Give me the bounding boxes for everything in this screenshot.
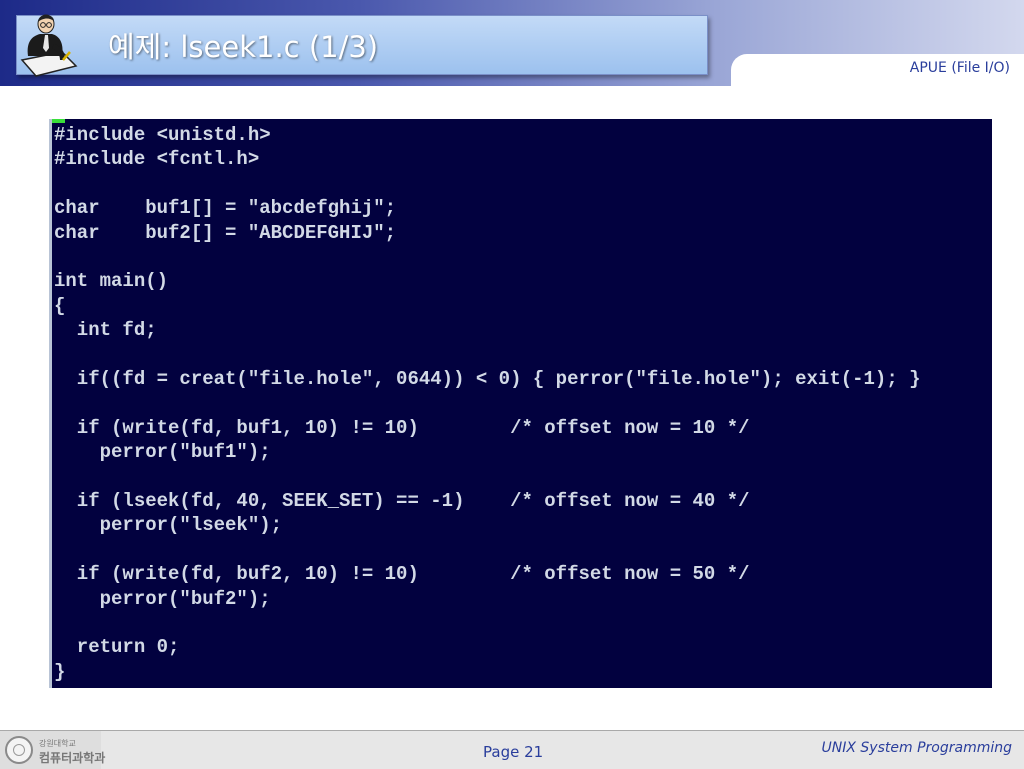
code-line: if (write(fd, buf2, 10) != 10) /* offset… [54, 563, 750, 586]
page-number: Page 21 [483, 743, 544, 761]
code-line: { [54, 294, 66, 317]
code-line: char buf1[] = "abcdefghij"; [54, 197, 397, 220]
code-line: perror("buf1"); [54, 441, 271, 464]
course-name: UNIX System Programming [821, 740, 1012, 756]
code-line: } [54, 660, 66, 683]
code-line: #include <unistd.h> [54, 124, 271, 146]
code-line: int fd; [54, 319, 157, 342]
department-name: 컴퓨터과학과 [39, 751, 106, 765]
code-line: if (lseek(fd, 40, SEEK_SET) == -1) /* of… [54, 490, 750, 512]
slide-header: 예제: lseek1.c (1/3) APUE (File I/O) [0, 0, 1024, 86]
university-seal-icon [5, 736, 33, 764]
topic-tab: APUE (File I/O) [731, 54, 1024, 86]
slide-title: 예제: lseek1.c (1/3) [108, 30, 379, 64]
topic-label: APUE (File I/O) [909, 60, 1010, 76]
code-line: if((fd = creat("file.hole", 0644)) < 0) … [54, 368, 921, 390]
professor-at-desk-icon [18, 8, 80, 78]
university-name: 강원대학교 [39, 739, 76, 748]
code-line: perror("lseek"); [54, 514, 283, 537]
university-logo: 강원대학교 컴퓨터과학과 [0, 731, 105, 769]
code-line: int main() [54, 270, 169, 293]
code-line: #include <fcntl.h> [54, 148, 260, 171]
code-panel: #include <unistd.h> #include <fcntl.h> cha… [49, 119, 992, 688]
code-line: if (write(fd, buf1, 10) != 10) /* offset… [54, 416, 750, 439]
slide-footer: 강원대학교 컴퓨터과학과 Page 21 UNIX System Program… [0, 730, 1024, 769]
code-line: char buf2[] = "ABCDEFGHIJ"; [54, 221, 397, 244]
code-line: perror("buf2"); [54, 587, 271, 610]
code-line: return 0; [54, 636, 180, 659]
